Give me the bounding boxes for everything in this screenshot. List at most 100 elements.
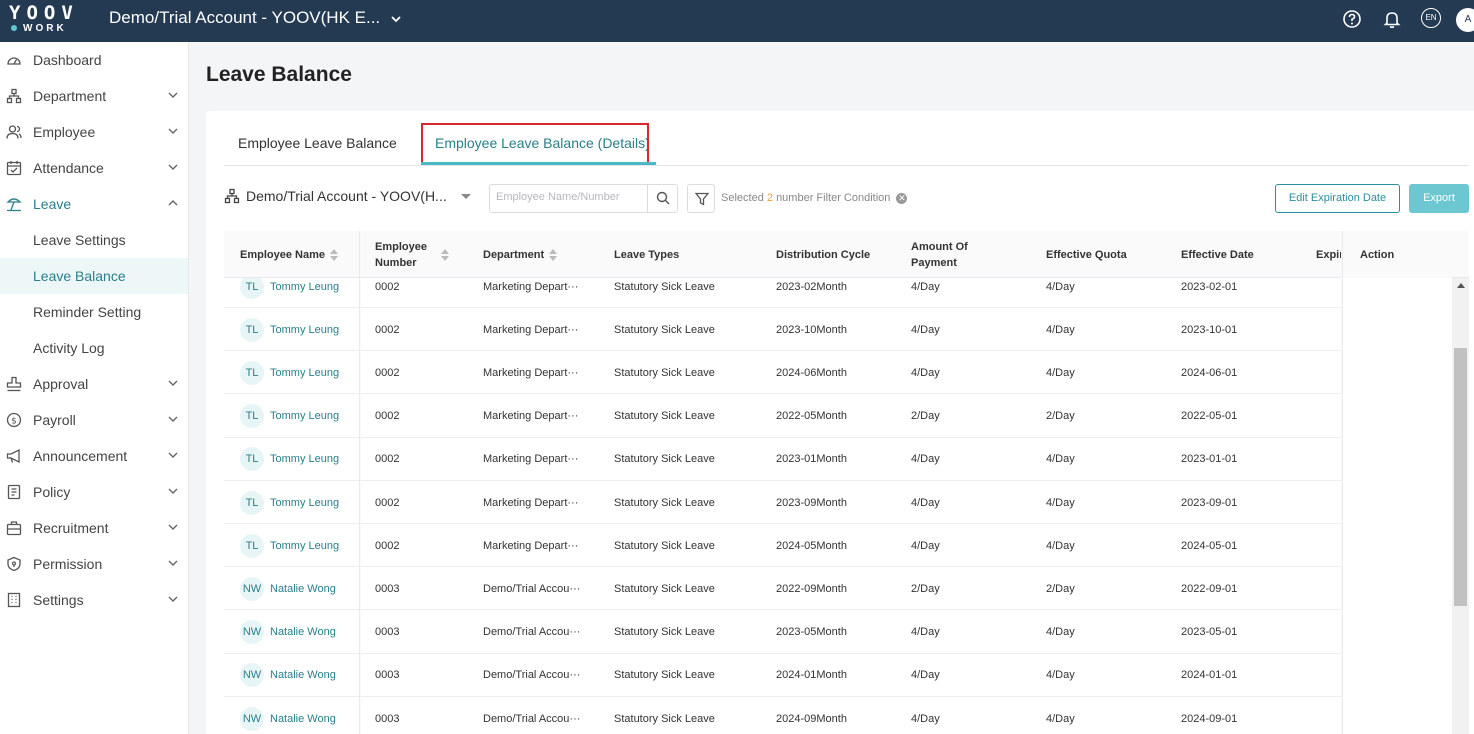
cell-action[interactable] bbox=[1342, 394, 1452, 438]
language-switcher[interactable]: EN bbox=[1421, 8, 1441, 28]
sidebar-item-leave-balance[interactable]: Leave Balance bbox=[0, 258, 188, 294]
table-row: NW Natalie Wong 0003 Demo/Trial Accou··· Sta… bbox=[224, 697, 1452, 734]
sidebar-item-reminder-setting[interactable]: Reminder Setting bbox=[0, 294, 188, 330]
cell-effective-quota: 2/Day bbox=[1046, 410, 1075, 423]
column-header-amount-of-payment: Amount Of Payment bbox=[911, 240, 968, 269]
fixed-column-divider bbox=[359, 231, 361, 734]
sidebar-item-department[interactable]: Department bbox=[0, 78, 188, 114]
column-header-distribution-cycle: Distribution Cycle bbox=[776, 248, 871, 261]
search-icon bbox=[656, 191, 670, 205]
sidebar-item-settings[interactable]: Settings bbox=[0, 582, 188, 618]
employee-name-link[interactable]: Natalie Wong bbox=[270, 669, 336, 681]
employee-name-link[interactable]: Tommy Leung bbox=[270, 281, 339, 293]
sidebar-item-dashboard[interactable]: Dashboard bbox=[0, 42, 188, 78]
vertical-scrollbar[interactable] bbox=[1452, 278, 1469, 734]
edit-expiration-date-button[interactable]: Edit Expiration Date bbox=[1275, 184, 1400, 213]
sidebar-item-policy[interactable]: Policy bbox=[0, 474, 188, 510]
cell-distribution-cycle: 2023-05Month bbox=[776, 626, 847, 639]
cell-distribution-cycle: 2024-06Month bbox=[776, 366, 847, 379]
cell-leave-type: Statutory Sick Leave bbox=[614, 453, 715, 466]
employee-name-link[interactable]: Natalie Wong bbox=[270, 713, 336, 725]
cell-action[interactable] bbox=[1342, 653, 1452, 697]
cell-leave-type: Statutory Sick Leave bbox=[614, 539, 715, 552]
cell-department: Marketing Depart··· bbox=[483, 366, 579, 379]
cell-action[interactable] bbox=[1342, 567, 1452, 611]
sidebar-item-employee[interactable]: Employee bbox=[0, 114, 188, 150]
column-header-action: Action bbox=[1342, 231, 1452, 278]
company-switcher[interactable]: Demo/Trial Account - YOOV(HK E... bbox=[109, 8, 401, 28]
cell-effective-date: 2024-06-01 bbox=[1181, 366, 1238, 379]
cell-employee-number: 0002 bbox=[375, 323, 400, 336]
cell-effective-quota: 4/Day bbox=[1046, 539, 1075, 552]
scroll-up-icon[interactable] bbox=[1457, 283, 1465, 288]
cell-leave-type: Statutory Sick Leave bbox=[614, 712, 715, 725]
action-column-divider bbox=[1341, 231, 1343, 734]
cell-employee-name: TL Tommy Leung bbox=[240, 524, 339, 567]
chevron-down-icon bbox=[168, 488, 178, 494]
sidebar-item-activity-log[interactable]: Activity Log bbox=[0, 330, 188, 366]
employee-avatar: NW bbox=[240, 706, 264, 731]
sidebar-item-approval[interactable]: Approval bbox=[0, 366, 188, 402]
employee-name-link[interactable]: Tommy Leung bbox=[270, 324, 339, 336]
app-logo[interactable]: YOOV WORK bbox=[9, 3, 79, 37]
table-row: TL Tommy Leung 0002 Marketing Depart··· Stat… bbox=[224, 481, 1452, 524]
cell-action[interactable] bbox=[1342, 481, 1452, 524]
employee-name-link[interactable]: Tommy Leung bbox=[270, 540, 339, 552]
cell-employee-name: TL Tommy Leung bbox=[240, 351, 339, 394]
chevron-down-icon bbox=[168, 164, 178, 170]
export-button[interactable]: Export bbox=[1409, 184, 1469, 213]
cell-action[interactable] bbox=[1342, 697, 1452, 734]
cell-action[interactable] bbox=[1342, 351, 1452, 395]
organization-select[interactable]: Demo/Trial Account - YOOV(H... bbox=[224, 188, 471, 204]
sort-icon[interactable] bbox=[549, 248, 558, 261]
cell-department: Demo/Trial Accou··· bbox=[483, 712, 581, 725]
cell-effective-date: 2024-05-01 bbox=[1181, 539, 1238, 552]
cell-action[interactable] bbox=[1342, 524, 1452, 568]
employee-name-link[interactable]: Tommy Leung bbox=[270, 497, 339, 509]
tab-employee-leave-balance[interactable]: Employee Leave Balance bbox=[238, 135, 397, 151]
employee-name-link[interactable]: Natalie Wong bbox=[270, 583, 336, 595]
sidebar-item-leave[interactable]: Leave bbox=[0, 186, 188, 222]
table-row: TL Tommy Leung 0002 Marketing Depart··· Stat… bbox=[224, 437, 1452, 481]
column-header-department[interactable]: Department bbox=[483, 231, 558, 278]
sidebar-item-label: Reminder Setting bbox=[33, 304, 142, 320]
sidebar-item-announcement[interactable]: Announcement bbox=[0, 438, 188, 474]
cell-amount-of-payment: 4/Day bbox=[911, 323, 940, 336]
sidebar-item-attendance[interactable]: Attendance bbox=[0, 150, 188, 186]
help-icon[interactable] bbox=[1342, 9, 1362, 29]
sidebar-item-leave-settings[interactable]: Leave Settings bbox=[0, 222, 188, 258]
employee-name-link[interactable]: Tommy Leung bbox=[270, 410, 339, 422]
leave-icon bbox=[6, 198, 22, 212]
attendance-icon bbox=[6, 161, 22, 176]
logo-text-top: YOOV bbox=[9, 2, 79, 24]
user-avatar[interactable]: A bbox=[1456, 8, 1474, 32]
cell-action[interactable] bbox=[1342, 610, 1452, 654]
sidebar-item-payroll[interactable]: $ Payroll bbox=[0, 402, 188, 438]
clear-filter-icon[interactable]: ✕ bbox=[896, 192, 908, 204]
cell-effective-date: 2023-10-01 bbox=[1181, 323, 1238, 336]
sort-icon[interactable] bbox=[329, 248, 338, 261]
cell-amount-of-payment: 4/Day bbox=[911, 669, 940, 682]
cell-amount-of-payment: 4/Day bbox=[911, 626, 940, 639]
briefcase-icon bbox=[6, 521, 22, 536]
organization-select-value: Demo/Trial Account - YOOV(H... bbox=[246, 188, 447, 204]
company-name: Demo/Trial Account - YOOV(HK E... bbox=[109, 8, 381, 27]
bell-icon[interactable] bbox=[1382, 9, 1402, 29]
sidebar-item-recruitment[interactable]: Recruitment bbox=[0, 510, 188, 546]
cell-action[interactable] bbox=[1342, 308, 1452, 352]
employee-name-link[interactable]: Tommy Leung bbox=[270, 367, 339, 379]
search-button[interactable] bbox=[647, 185, 677, 212]
employee-name-link[interactable]: Natalie Wong bbox=[270, 626, 336, 638]
scrollbar-thumb[interactable] bbox=[1454, 348, 1467, 606]
cell-effective-quota: 4/Day bbox=[1046, 366, 1075, 379]
column-header-employee-number[interactable]: Employee Number bbox=[375, 231, 449, 278]
cell-employee-name: NW Natalie Wong bbox=[240, 697, 336, 734]
employee-name-link[interactable]: Tommy Leung bbox=[270, 453, 339, 465]
cell-employee-name: TL Tommy Leung bbox=[240, 395, 339, 438]
sort-icon[interactable] bbox=[440, 248, 449, 261]
search-input[interactable] bbox=[496, 191, 644, 203]
filter-button[interactable] bbox=[687, 184, 715, 213]
column-header-employee-name[interactable]: Employee Name bbox=[240, 231, 338, 278]
sidebar-item-permission[interactable]: Permission bbox=[0, 546, 188, 582]
cell-action[interactable] bbox=[1342, 437, 1452, 481]
